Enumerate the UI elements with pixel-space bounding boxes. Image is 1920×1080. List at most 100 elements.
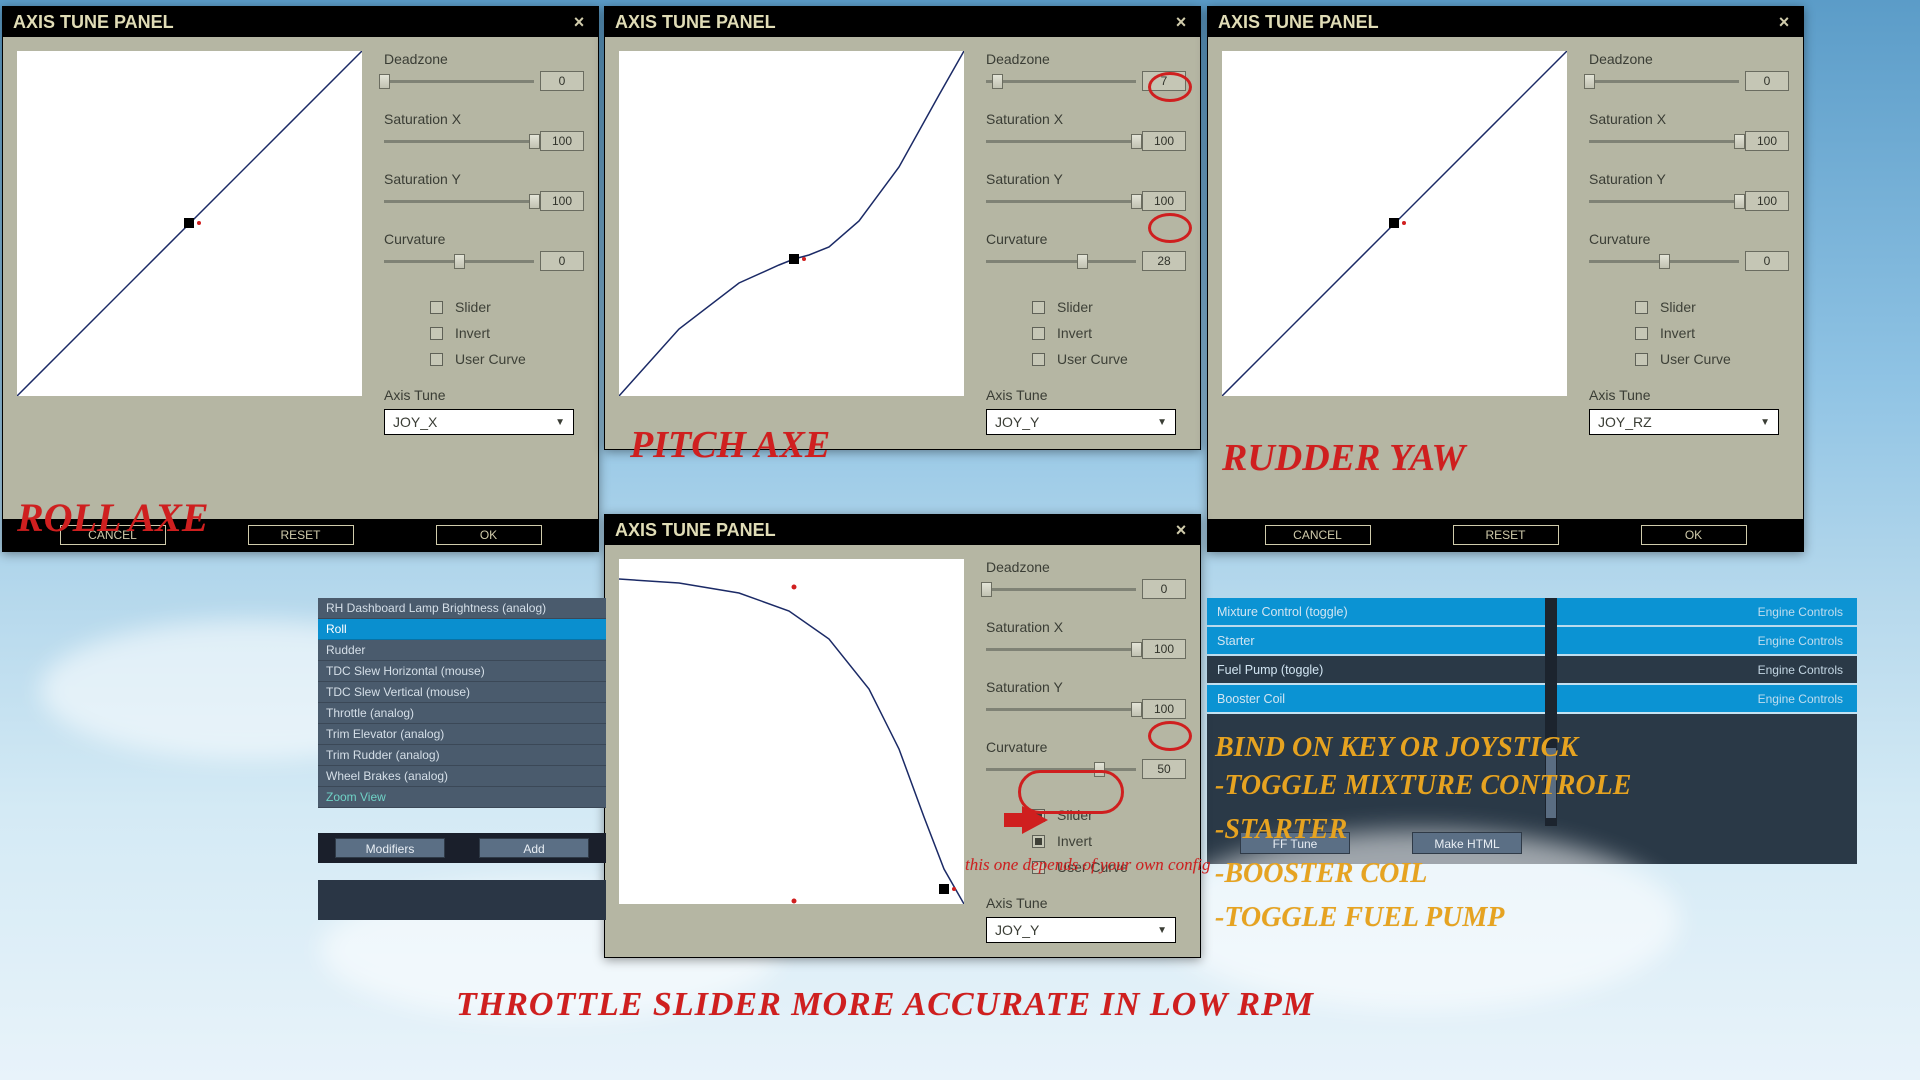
usercurve-checkbox[interactable] [1635, 353, 1648, 366]
saty-value[interactable]: 100 [1142, 699, 1186, 719]
cancel-button[interactable]: CANCEL [1265, 525, 1371, 545]
list-item[interactable]: Wheel Brakes (analog) [318, 766, 606, 787]
curvature-value[interactable]: 50 [1142, 759, 1186, 779]
modifiers-button[interactable]: Modifiers [335, 838, 445, 858]
reset-button[interactable]: RESET [1453, 525, 1559, 545]
response-curve-graph[interactable] [17, 51, 362, 396]
ok-button[interactable]: OK [1641, 525, 1747, 545]
saty-slider[interactable] [1589, 200, 1739, 203]
reset-button[interactable]: RESET [248, 525, 354, 545]
saty-slider[interactable] [986, 708, 1136, 711]
bind-row[interactable]: StarterEngine Controls [1207, 627, 1857, 654]
bind-row[interactable]: Booster CoilEngine Controls [1207, 685, 1857, 712]
list-item[interactable]: Zoom View [318, 787, 606, 808]
usercurve-checkbox[interactable] [1032, 353, 1045, 366]
slider-checkbox[interactable] [1032, 809, 1045, 822]
curvature-slider[interactable] [384, 260, 534, 263]
close-icon[interactable]: × [570, 13, 588, 31]
list-item[interactable]: Throttle (analog) [318, 703, 606, 724]
response-curve-graph[interactable] [619, 51, 964, 396]
saty-slider[interactable] [986, 200, 1136, 203]
fftune-button[interactable]: FF Tune [1240, 832, 1350, 854]
scrollbar-thumb[interactable] [1546, 748, 1556, 818]
axis-dropdown-value: JOY_Y [995, 922, 1039, 938]
curvature-value[interactable]: 28 [1142, 251, 1186, 271]
close-icon[interactable]: × [1775, 13, 1793, 31]
annotation-bind-title: BIND ON KEY OR JOYSTICK [1215, 726, 1578, 770]
axis-dropdown[interactable]: JOY_Y ▼ [986, 917, 1176, 943]
list-item[interactable]: Rudder [318, 640, 606, 661]
curvature-slider[interactable] [986, 768, 1136, 771]
deadzone-value[interactable]: 0 [1745, 71, 1789, 91]
bind-name: Mixture Control (toggle) [1217, 605, 1348, 619]
satx-label: Saturation X [1589, 111, 1789, 127]
axis-tune-panel-pitch: AXIS TUNE PANEL × Deadzone 7 Saturation … [604, 6, 1201, 450]
list-item[interactable]: TDC Slew Vertical (mouse) [318, 682, 606, 703]
saty-value[interactable]: 100 [1745, 191, 1789, 211]
bind-row[interactable]: Mixture Control (toggle) Engine Controls [1207, 598, 1857, 625]
curvature-label: Curvature [384, 231, 584, 247]
saty-value[interactable]: 100 [1142, 191, 1186, 211]
satx-label: Saturation X [384, 111, 584, 127]
deadzone-slider[interactable] [384, 80, 534, 83]
deadzone-value[interactable]: 7 [1142, 71, 1186, 91]
deadzone-label: Deadzone [986, 51, 1186, 67]
usercurve-checkbox[interactable] [430, 353, 443, 366]
satx-label: Saturation X [986, 619, 1186, 635]
scrollbar[interactable] [1545, 598, 1557, 826]
bind-row[interactable]: Fuel Pump (toggle)Engine Controls [1207, 656, 1857, 683]
curvature-value[interactable]: 0 [540, 251, 584, 271]
close-icon[interactable]: × [1172, 521, 1190, 539]
deadzone-value[interactable]: 0 [540, 71, 584, 91]
deadzone-slider[interactable] [986, 588, 1136, 591]
response-curve-graph[interactable] [619, 559, 964, 904]
invert-checkbox[interactable] [1032, 327, 1045, 340]
slider-checkbox-label: Slider [1660, 299, 1696, 315]
satx-slider[interactable] [986, 140, 1136, 143]
axis-dropdown[interactable]: JOY_RZ ▼ [1589, 409, 1779, 435]
curvature-label: Curvature [986, 231, 1186, 247]
makehtml-button[interactable]: Make HTML [1412, 832, 1522, 854]
list-item[interactable]: Trim Rudder (analog) [318, 745, 606, 766]
axis-tune-panel-roll: AXIS TUNE PANEL × Deadzone 0 Saturation … [2, 6, 599, 552]
invert-checkbox[interactable] [430, 327, 443, 340]
list-item[interactable]: RH Dashboard Lamp Brightness (analog) [318, 598, 606, 619]
saty-value[interactable]: 100 [540, 191, 584, 211]
satx-value[interactable]: 100 [1142, 639, 1186, 659]
invert-checkbox[interactable] [1635, 327, 1648, 340]
slider-checkbox[interactable] [1635, 301, 1648, 314]
saty-slider[interactable] [384, 200, 534, 203]
slider-checkbox[interactable] [430, 301, 443, 314]
usercurve-checkbox[interactable] [1032, 861, 1045, 874]
close-icon[interactable]: × [1172, 13, 1190, 31]
satx-value[interactable]: 100 [1745, 131, 1789, 151]
add-button[interactable]: Add [479, 838, 589, 858]
satx-slider[interactable] [1589, 140, 1739, 143]
cancel-button[interactable]: CANCEL [60, 525, 166, 545]
axis-dropdown[interactable]: JOY_Y ▼ [986, 409, 1176, 435]
list-item[interactable]: TDC Slew Horizontal (mouse) [318, 661, 606, 682]
controls-list[interactable]: RH Dashboard Lamp Brightness (analog)Rol… [318, 598, 606, 808]
invert-checkbox-label: Invert [1660, 325, 1695, 341]
panel-title: AXIS TUNE PANEL [1218, 12, 1379, 33]
bottom-strip [318, 880, 606, 920]
deadzone-slider[interactable] [986, 80, 1136, 83]
curvature-value[interactable]: 0 [1745, 251, 1789, 271]
deadzone-value[interactable]: 0 [1142, 579, 1186, 599]
list-item[interactable]: Trim Elevator (analog) [318, 724, 606, 745]
satx-slider[interactable] [986, 648, 1136, 651]
invert-checkbox-label: Invert [455, 325, 490, 341]
list-item[interactable]: Roll [318, 619, 606, 640]
slider-checkbox[interactable] [1032, 301, 1045, 314]
axis-dropdown[interactable]: JOY_X ▼ [384, 409, 574, 435]
deadzone-slider[interactable] [1589, 80, 1739, 83]
satx-slider[interactable] [384, 140, 534, 143]
invert-checkbox[interactable] [1032, 835, 1045, 848]
response-curve-graph[interactable] [1222, 51, 1567, 396]
curvature-slider[interactable] [1589, 260, 1739, 263]
bind-category: Engine Controls [1758, 605, 1843, 619]
satx-value[interactable]: 100 [1142, 131, 1186, 151]
ok-button[interactable]: OK [436, 525, 542, 545]
satx-value[interactable]: 100 [540, 131, 584, 151]
curvature-slider[interactable] [986, 260, 1136, 263]
